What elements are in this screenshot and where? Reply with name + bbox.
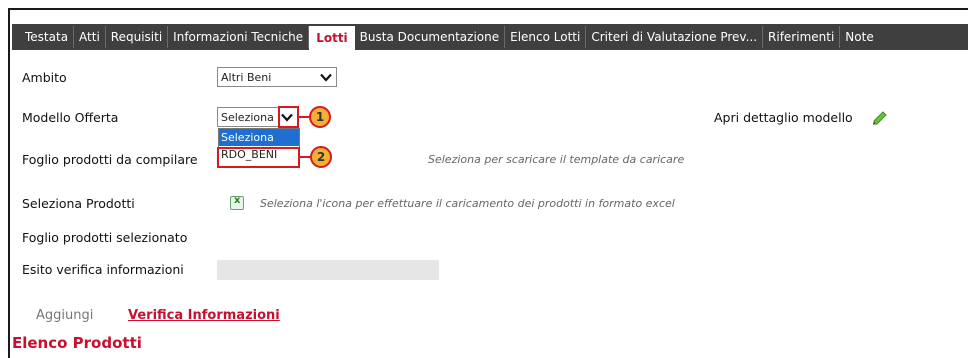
- pencil-icon[interactable]: [872, 110, 888, 126]
- tab-note[interactable]: Note: [840, 26, 878, 48]
- section-title: Elenco Prodotti: [12, 334, 142, 352]
- foglio-compilare-label: Foglio prodotti da compilare: [22, 152, 198, 167]
- tab-riferimenti[interactable]: Riferimenti: [763, 26, 841, 48]
- seleziona-prodotti-label: Seleziona Prodotti: [22, 196, 135, 211]
- apri-dettaglio-label: Apri dettaglio modello: [714, 110, 853, 125]
- tab-elenco-lotti[interactable]: Elenco Lotti: [505, 26, 587, 48]
- highlight-dropdown-arrow: [278, 106, 299, 128]
- verifica-informazioni-link[interactable]: Verifica Informazioni: [128, 308, 280, 323]
- tab-bar: Testata Atti Requisiti Informazioni Tecn…: [12, 24, 968, 50]
- callout-2-badge: 2: [310, 146, 332, 168]
- seleziona-prodotti-hint: Seleziona l'icona per effettuare il cari…: [260, 197, 675, 210]
- tab-testata[interactable]: Testata: [20, 26, 75, 48]
- foglio-compilare-hint: Seleziona per scaricare il template da c…: [428, 153, 685, 166]
- chevron-down-icon[interactable]: [316, 68, 336, 86]
- tab-atti[interactable]: Atti: [74, 26, 106, 48]
- modello-offerta-value: Seleziona: [221, 110, 274, 124]
- tab-criteri-valutazione[interactable]: Criteri di Valutazione Prev...: [586, 26, 764, 48]
- esito-verifica-field: [217, 260, 439, 280]
- tab-requisiti[interactable]: Requisiti: [106, 26, 169, 48]
- ambito-select[interactable]: Altri Beni: [217, 67, 337, 87]
- ambito-label: Ambito: [22, 70, 67, 85]
- callout-1-badge: 1: [309, 106, 331, 128]
- tab-lotti[interactable]: Lotti: [309, 26, 355, 50]
- excel-file-icon[interactable]: [230, 195, 244, 210]
- foglio-selezionato-label: Foglio prodotti selezionato: [22, 230, 188, 245]
- tab-informazioni-tecniche[interactable]: Informazioni Tecniche: [168, 26, 310, 48]
- esito-verifica-label: Esito verifica informazioni: [22, 262, 184, 277]
- app-frame: Testata Atti Requisiti Informazioni Tecn…: [8, 8, 968, 358]
- tab-busta-documentazione[interactable]: Busta Documentazione: [355, 26, 506, 48]
- modello-offerta-label: Modello Offerta: [22, 110, 119, 125]
- option-seleziona[interactable]: Seleziona: [219, 129, 299, 146]
- ambito-value: Altri Beni: [221, 70, 272, 84]
- aggiungi-button[interactable]: Aggiungi: [36, 308, 93, 323]
- highlight-rdo-beni: [217, 147, 300, 168]
